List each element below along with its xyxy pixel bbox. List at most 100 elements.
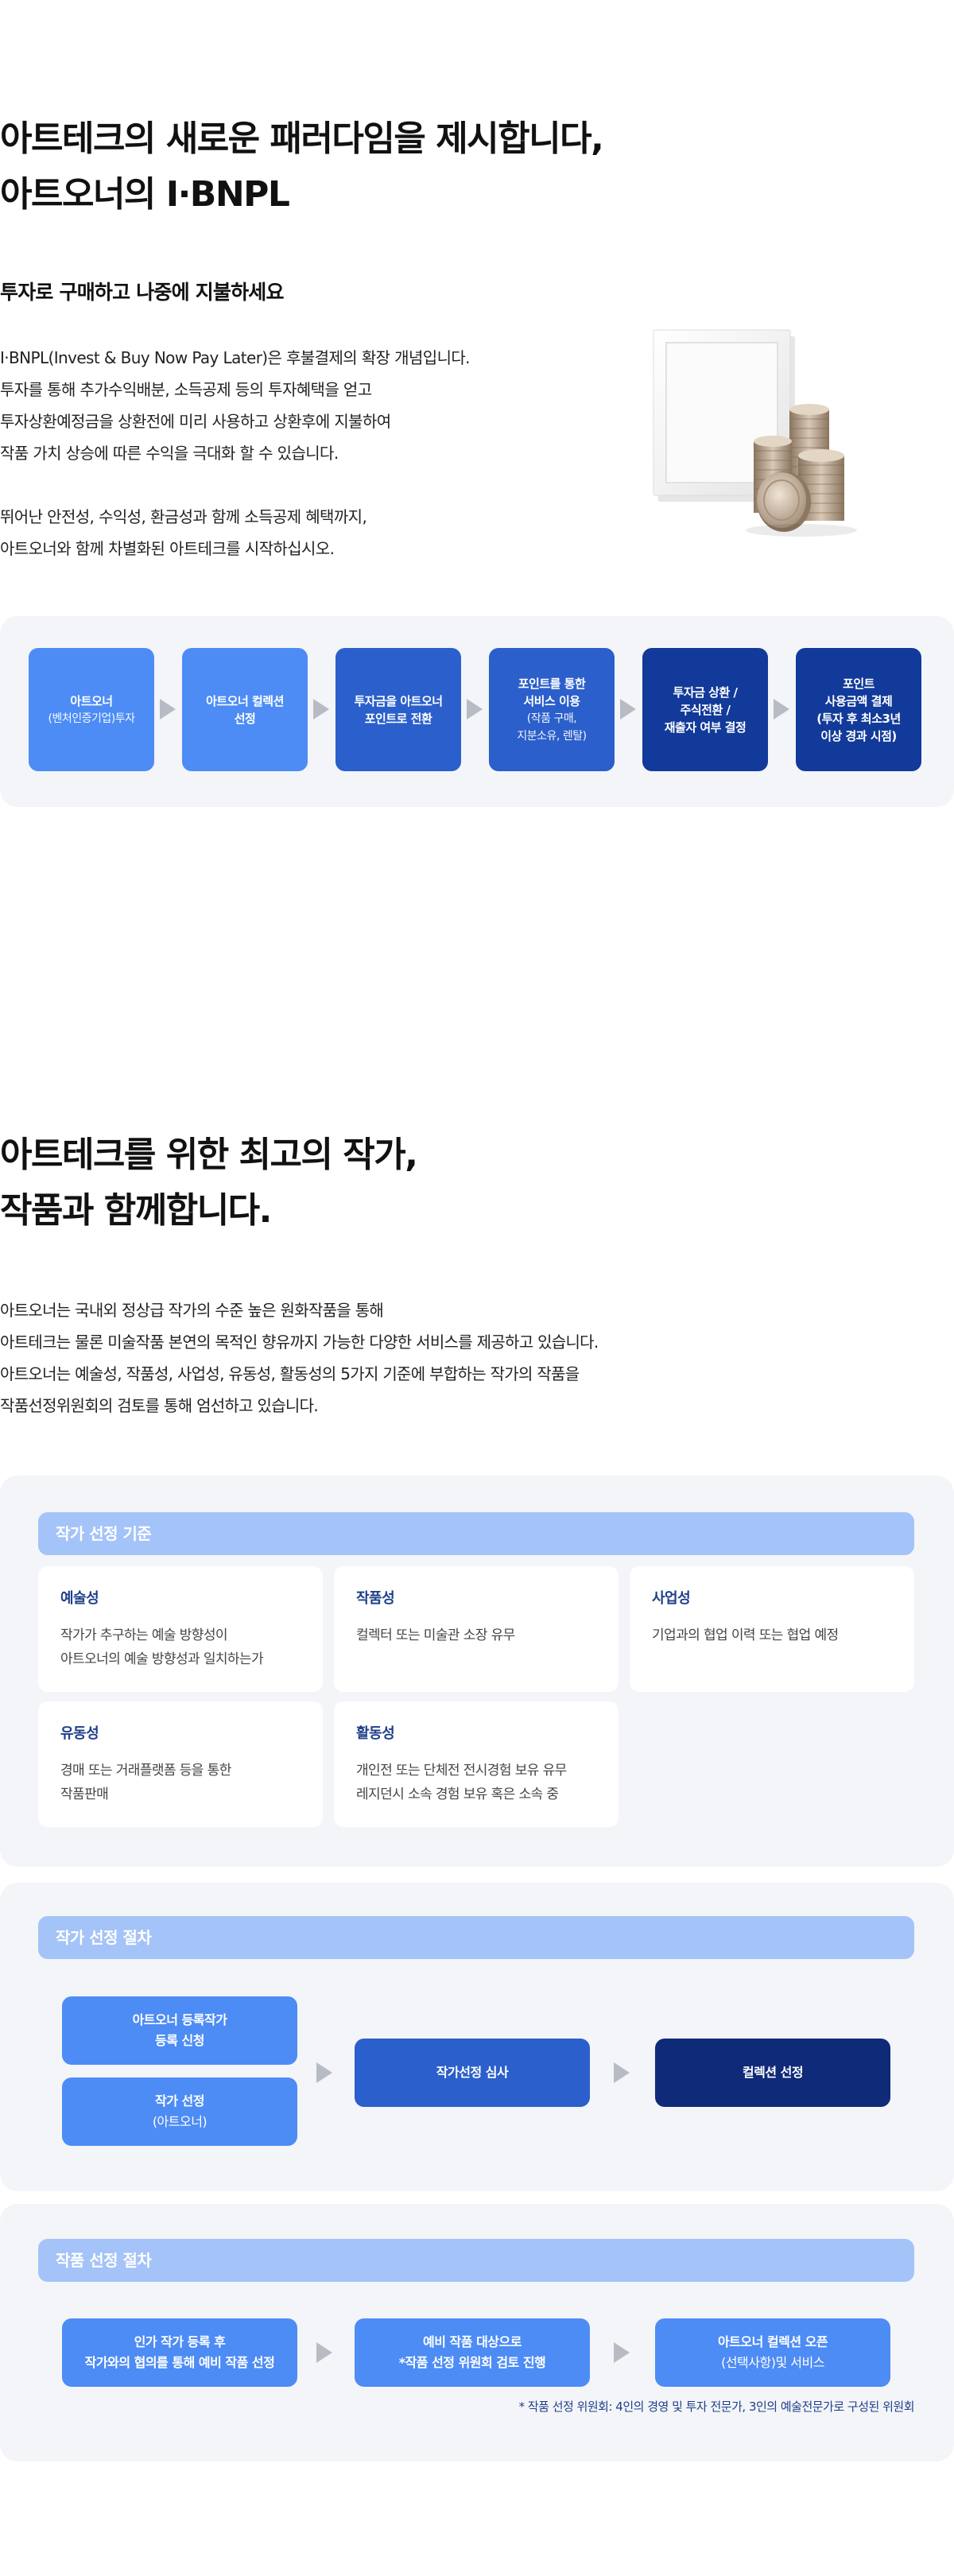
criteria-card-desc-line: 작가가 추구하는 예술 방향성이 (60, 1627, 228, 1643)
arrow-right-icon (313, 699, 329, 720)
intro-title: 아트테크의 새로운 패러다임을 제시합니다, 아트오너의 I·BNPL (0, 111, 716, 223)
flow-step-label: (투자 후 최소3년 (816, 711, 901, 726)
ibnpl-flow-panel: 아트오너 (벤처인증기업)투자 아트오너 컬렉션 선정 투자금을 아트오너 포인… (0, 616, 954, 807)
artists-title: 아트테크를 위한 최고의 작가, 작품과 함께합니다. (0, 1127, 418, 1239)
process-box-label: 인가 작가 등록 후 (134, 2334, 226, 2349)
criteria-card-desc: 기업과의 협업 이력 또는 협업 예정 (652, 1624, 892, 1647)
flow-step-label: 아트오너 (70, 693, 113, 708)
criteria-card-desc-line: 기업과의 협업 이력 또는 협업 예정 (652, 1627, 839, 1643)
criteria-card-title: 작품성 (356, 1590, 395, 1607)
process-box-label: *작품 선정 위원회 검토 진행 (398, 2355, 546, 2370)
flow-step-label: 포인트로 전환 (364, 711, 432, 726)
flow-step-repayment: 투자금 상환 / 주식전환 / 재출자 여부 결정 (642, 648, 768, 771)
criteria-card-desc-line: 아트오너의 예술 방향성과 일치하는가 (60, 1651, 264, 1667)
flow-step-label: 포인트를 통한 (518, 676, 586, 691)
flow-step-label: 재출자 여부 결정 (664, 720, 747, 735)
process-box-label: 아트오너 컬렉션 오픈 (717, 2334, 828, 2349)
process-box-label: 작가와의 협의를 통해 예비 작품 선정 (84, 2355, 275, 2370)
criteria-card-title: 활동성 (356, 1725, 395, 1742)
artist-criteria-panel: 작가 선정 기준 예술성 작가가 추구하는 예술 방향성이 아트오너의 예술 방… (0, 1476, 954, 1867)
process-box-label: 아트오너 등록작가 (132, 2012, 227, 2027)
criteria-card-desc: 경매 또는 거래플랫폼 등을 통한 작품판매 (60, 1759, 301, 1806)
criteria-card-desc-line: 작품판매 (60, 1787, 109, 1802)
artists-description-line: 아트테크는 물론 미술작품 본연의 목적인 향유까지 가능한 다양한 서비스를 … (0, 1333, 599, 1352)
intro-description-line: I·BNPL(Invest & Buy Now Pay Later)은 후불결제… (0, 348, 471, 367)
criteria-card-artistry: 예술성 작가가 추구하는 예술 방향성이 아트오너의 예술 방향성과 일치하는가 (38, 1566, 323, 1692)
criteria-card-desc-line: 경매 또는 거래플랫폼 등을 통한 (60, 1763, 231, 1779)
process-box-sublabel: (아트오너) (152, 2114, 207, 2129)
flow-step-label: 아트오너 컬렉션 (206, 693, 284, 708)
flow-step-point-convert: 투자금을 아트오너 포인트로 전환 (335, 648, 461, 771)
arrow-right-icon (614, 2062, 630, 2083)
process-box-label: 예비 작품 대상으로 (423, 2334, 522, 2349)
flow-step-sublabel: (작품 구매, (526, 712, 577, 725)
flow-step-label: 서비스 이용 (523, 693, 580, 708)
process-box-select: 작가 선정 (아트오너) (62, 2077, 297, 2146)
intro-title-line: 아트테크의 새로운 패러다임을 제시합니다, (0, 118, 604, 159)
criteria-card-desc-line: 컬렉터 또는 미술관 소장 유무 (356, 1627, 515, 1643)
process-box-collection: 컬렉션 선정 (655, 2039, 890, 2107)
frame-coins-illustration (653, 329, 857, 537)
flow-step-sublabel: (벤처인증기업)투자 (48, 712, 135, 725)
intro-description-line: 투자를 통해 추가수익배분, 소득공제 등의 투자혜택을 얻고 (0, 380, 372, 399)
process-box-review: 작가선정 심사 (355, 2039, 590, 2107)
flow-step-collection: 아트오너 컬렉션 선정 (182, 648, 308, 771)
criteria-card-desc: 개인전 또는 단체전 전시경험 보유 유무 레지던시 소속 경험 보유 혹은 소… (356, 1759, 596, 1806)
criteria-card-title: 예술성 (60, 1590, 99, 1607)
criteria-card-business: 사업성 기업과의 협업 이력 또는 협업 예정 (630, 1566, 914, 1692)
arrow-right-icon (614, 2342, 630, 2363)
artists-description: 아트오너는 국내외 정상급 작가의 수준 높은 원화작품을 통해 아트테크는 물… (0, 1294, 716, 1422)
flow-step-label: 포인트 (843, 676, 874, 691)
criteria-card-desc: 작가가 추구하는 예술 방향성이 아트오너의 예술 방향성과 일치하는가 (60, 1624, 301, 1671)
intro-subtitle: 투자로 구매하고 나중에 지불하세요 (0, 281, 285, 304)
flow-step-label: 투자금을 아트오너 (354, 693, 443, 708)
process-box-label: 등록 신청 (155, 2033, 204, 2048)
artwork-step-committee-review: 예비 작품 대상으로 *작품 선정 위원회 검토 진행 (355, 2318, 590, 2387)
intro-description: I·BNPL(Invest & Buy Now Pay Later)은 후불결제… (0, 342, 604, 564)
intro-description-line: 작품 가치 상승에 따른 수익을 극대화 할 수 있습니다. (0, 444, 339, 463)
process-box-label: 작가선정 심사 (436, 2065, 509, 2080)
arrow-right-icon (160, 699, 176, 720)
flow-step-service-use: 포인트를 통한 서비스 이용 (작품 구매, 지분소유, 렌탈) (489, 648, 615, 771)
intro-title-line: 아트오너의 I·BNPL (0, 174, 290, 215)
artists-description-line: 아트오너는 국내외 정상급 작가의 수준 높은 원화작품을 통해 (0, 1301, 384, 1320)
process-box-label: 작가 선정 (155, 2093, 204, 2109)
criteria-card-liquidity: 유동성 경매 또는 거래플랫폼 등을 통한 작품판매 (38, 1701, 323, 1827)
flow-step-label: 투자금 상환 / (673, 685, 738, 700)
flow-step-label: 선정 (234, 711, 256, 726)
artwork-step-preselect: 인가 작가 등록 후 작가와의 협의를 통해 예비 작품 선정 (62, 2318, 297, 2387)
intro-description-gap (0, 469, 604, 501)
flow-step-invest: 아트오너 (벤처인증기업)투자 (29, 648, 154, 771)
intro-description-line: 아트오너와 함께 차별화된 아트테크를 시작하십시오. (0, 539, 335, 558)
flow-step-label: 이상 경과 시점) (820, 728, 897, 743)
flow-step-sublabel: 지분소유, 렌탈) (517, 729, 587, 743)
artists-title-line: 아트테크를 위한 최고의 작가, (0, 1135, 418, 1175)
artist-criteria-heading: 작가 선정 기준 (38, 1512, 914, 1555)
criteria-card-desc-line: 개인전 또는 단체전 전시경험 보유 유무 (356, 1763, 567, 1779)
arrow-right-icon (620, 699, 636, 720)
criteria-card-title: 유동성 (60, 1725, 99, 1742)
flow-step-label: 주식전환 / (680, 702, 731, 717)
process-box-register: 아트오너 등록작가 등록 신청 (62, 1996, 297, 2065)
criteria-card-work-quality: 작품성 컬렉터 또는 미술관 소장 유무 (334, 1566, 619, 1692)
criteria-card-desc-line: 레지던시 소속 경험 보유 혹은 소속 중 (356, 1787, 559, 1802)
arrow-right-icon (467, 699, 483, 720)
arrow-right-icon (316, 2062, 332, 2083)
process-box-label: 컬렉션 선정 (742, 2065, 804, 2080)
flow-step-payment: 포인트 사용금액 결제 (투자 후 최소3년 이상 경과 시점) (796, 648, 921, 771)
arrow-right-icon (316, 2342, 332, 2363)
artist-process-panel: 작가 선정 절차 아트오너 등록작가 등록 신청 작가 선정 (아트오너) 작가… (0, 1883, 954, 2191)
artists-description-line: 아트오너는 예술성, 작품성, 사업성, 유동성, 활동성의 5가지 기준에 부… (0, 1364, 580, 1383)
committee-footnote: * 작품 선정 위원회: 4인의 경영 및 투자 전문가, 3인의 예술전문가로… (518, 2399, 915, 2414)
artwork-process-panel: 작품 선정 절차 인가 작가 등록 후 작가와의 협의를 통해 예비 작품 선정… (0, 2204, 954, 2462)
criteria-card-desc: 컬렉터 또는 미술관 소장 유무 (356, 1624, 596, 1647)
flow-step-label: 사용금액 결제 (824, 693, 893, 708)
artists-title-line: 작품과 함께합니다. (0, 1190, 272, 1231)
criteria-card-activity: 활동성 개인전 또는 단체전 전시경험 보유 유무 레지던시 소속 경험 보유 … (334, 1701, 619, 1827)
arrow-right-icon (774, 699, 789, 720)
criteria-card-title: 사업성 (652, 1590, 691, 1607)
process-box-sublabel: (선택사항)및 서비스 (721, 2355, 824, 2370)
artwork-step-collection-open: 아트오너 컬렉션 오픈 (선택사항)및 서비스 (655, 2318, 890, 2387)
artwork-process-heading: 작품 선정 절차 (38, 2239, 914, 2282)
intro-description-line: 뛰어난 안전성, 수익성, 환금성과 함께 소득공제 혜택까지, (0, 507, 367, 526)
